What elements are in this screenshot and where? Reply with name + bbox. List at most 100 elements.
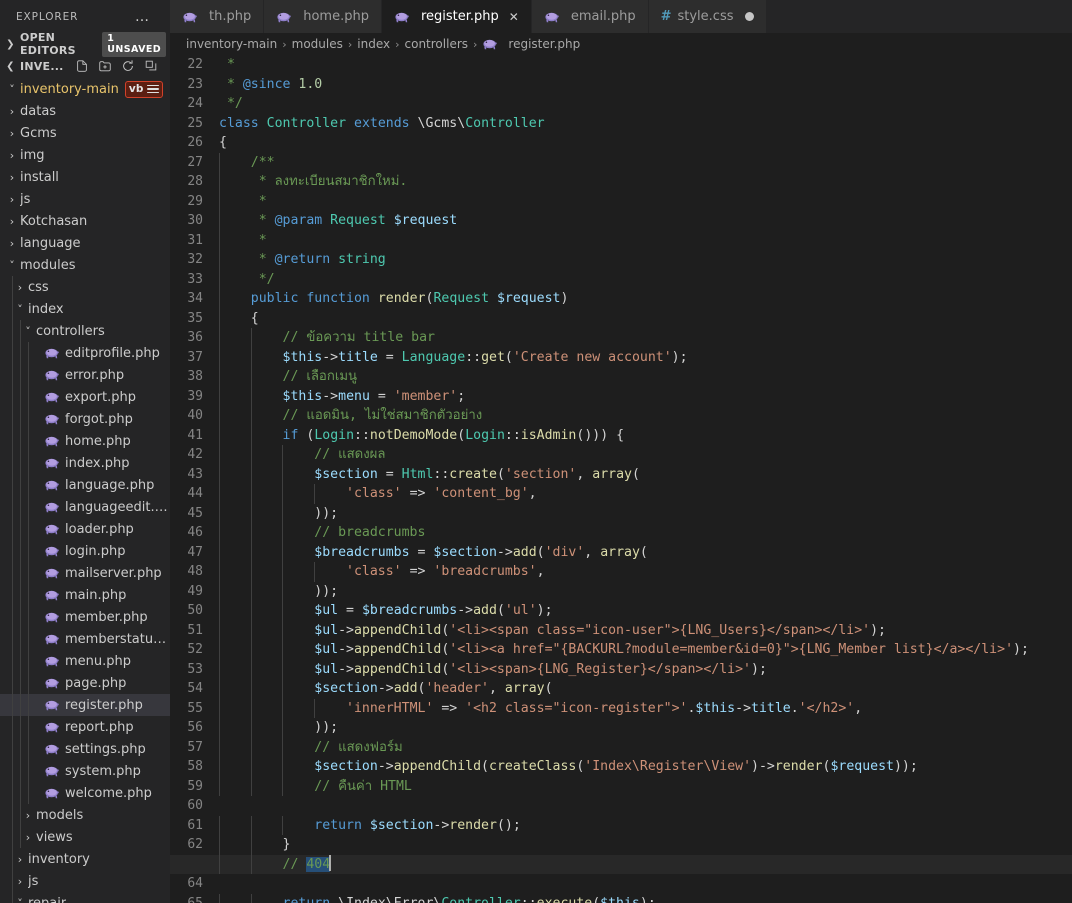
code-line[interactable]: 39 $this->menu = 'member'; bbox=[170, 386, 1072, 406]
code-line[interactable]: 38 // เลือกเมนู bbox=[170, 367, 1072, 387]
tree-file-register-php[interactable]: register.php bbox=[0, 694, 170, 716]
new-folder-icon[interactable] bbox=[98, 59, 112, 73]
tree-file-welcome-php[interactable]: welcome.php bbox=[0, 782, 170, 804]
code-line[interactable]: 36 // ข้อความ title bar bbox=[170, 328, 1072, 348]
breadcrumb-item[interactable]: index bbox=[357, 37, 390, 51]
code-line[interactable]: 57 // แสดงฟอร์ม bbox=[170, 737, 1072, 757]
workspace-section[interactable]: ❮ INVE... bbox=[0, 55, 170, 77]
tree-folder-language[interactable]: › language bbox=[0, 232, 170, 254]
code-line[interactable]: 34 public function render(Request $reque… bbox=[170, 289, 1072, 309]
code-line[interactable]: 43 $section = Html::create('section', ar… bbox=[170, 464, 1072, 484]
tree-file-menu-php[interactable]: menu.php bbox=[0, 650, 170, 672]
tree-folder-inventory[interactable]: › inventory bbox=[0, 848, 170, 870]
code-line[interactable]: 60 bbox=[170, 796, 1072, 816]
tree-folder-models[interactable]: › models bbox=[0, 804, 170, 826]
tree-file-loader-php[interactable]: loader.php bbox=[0, 518, 170, 540]
code-line[interactable]: 65 return \Index\Error\Controller::execu… bbox=[170, 893, 1072, 903]
code-line[interactable]: 33 */ bbox=[170, 269, 1072, 289]
code-line[interactable]: 28 * ลงทะเบียนสมาชิกใหม่. bbox=[170, 172, 1072, 192]
tree-folder-gcms[interactable]: › Gcms bbox=[0, 122, 170, 144]
code-line[interactable]: 63 // 404 bbox=[170, 854, 1072, 874]
vb-badge[interactable]: vb bbox=[124, 80, 163, 98]
code-line[interactable]: 22 * bbox=[170, 55, 1072, 75]
code-line[interactable]: 40 // แอดมิน, ไม่ใช่สมาชิกตัวอย่าง bbox=[170, 406, 1072, 426]
code-line[interactable]: 53 $ul->appendChild('<li><span>{LNG_Regi… bbox=[170, 659, 1072, 679]
file-tree[interactable]: ˅ inventory-main vb › datas › Gcms › img › inst… bbox=[0, 77, 170, 903]
tree-file-editprofile-php[interactable]: editprofile.php bbox=[0, 342, 170, 364]
tree-file-memberstatus-p-[interactable]: memberstatus.p... bbox=[0, 628, 170, 650]
editor-tabs[interactable]: th.php home.php register.php ✕ email.php # sty… bbox=[170, 0, 1072, 33]
tree-folder-install[interactable]: › install bbox=[0, 166, 170, 188]
code-line[interactable]: 30 * @param Request $request bbox=[170, 211, 1072, 231]
tree-folder-js[interactable]: › js bbox=[0, 870, 170, 892]
refresh-icon[interactable] bbox=[121, 59, 135, 73]
open-editors-section[interactable]: ❯ OPEN EDITORS 1 UNSAVED bbox=[0, 31, 170, 57]
code-line[interactable]: 47 $breadcrumbs = $section->add('div', a… bbox=[170, 542, 1072, 562]
tree-file-settings-php[interactable]: settings.php bbox=[0, 738, 170, 760]
code-line[interactable]: 35 { bbox=[170, 308, 1072, 328]
tree-folder-datas[interactable]: › datas bbox=[0, 100, 170, 122]
tree-file-forgot-php[interactable]: forgot.php bbox=[0, 408, 170, 430]
tree-folder-js[interactable]: › js bbox=[0, 188, 170, 210]
code-line[interactable]: 64 bbox=[170, 874, 1072, 894]
code-line[interactable]: 54 $section->add('header', array( bbox=[170, 679, 1072, 699]
tree-folder-controllers[interactable]: ˅ controllers bbox=[0, 320, 170, 342]
tree-file-system-php[interactable]: system.php bbox=[0, 760, 170, 782]
code-line[interactable]: 59 // คืนค่า HTML bbox=[170, 776, 1072, 796]
tree-root-inventory-main[interactable]: ˅ inventory-main vb bbox=[0, 78, 170, 100]
code-line[interactable]: 56 )); bbox=[170, 718, 1072, 738]
code-line[interactable]: 46 // breadcrumbs bbox=[170, 523, 1072, 543]
new-file-icon[interactable] bbox=[75, 59, 89, 73]
code-line[interactable]: 41 if (Login::notDemoMode(Login::isAdmin… bbox=[170, 425, 1072, 445]
tree-file-mailserver-php[interactable]: mailserver.php bbox=[0, 562, 170, 584]
more-actions-icon[interactable]: … bbox=[135, 9, 162, 25]
tab-email-php[interactable]: email.php bbox=[531, 0, 649, 33]
breadcrumb[interactable]: inventory-main › modules › index › controllers… bbox=[170, 33, 1072, 55]
breadcrumb-item[interactable]: register.php bbox=[508, 37, 580, 51]
code-line[interactable]: 37 $this->title = Language::get('Create … bbox=[170, 347, 1072, 367]
breadcrumb-item[interactable]: inventory-main bbox=[186, 37, 277, 51]
code-line[interactable]: 55 'innerHTML' => '<h2 class="icon-regis… bbox=[170, 698, 1072, 718]
code-line[interactable]: 45 )); bbox=[170, 503, 1072, 523]
tree-file-languageedit-php[interactable]: languageedit.php bbox=[0, 496, 170, 518]
code-line[interactable]: 52 $ul->appendChild('<li><a href="{BACKU… bbox=[170, 640, 1072, 660]
code-line[interactable]: 58 $section->appendChild(createClass('In… bbox=[170, 757, 1072, 777]
tab-th-php[interactable]: th.php bbox=[170, 0, 265, 33]
breadcrumb-item[interactable]: controllers bbox=[405, 37, 469, 51]
tree-folder-modules[interactable]: ˅ modules bbox=[0, 254, 170, 276]
breadcrumb-item[interactable]: modules bbox=[292, 37, 343, 51]
code-line[interactable]: 61 return $section->render(); bbox=[170, 815, 1072, 835]
tree-folder-img[interactable]: › img bbox=[0, 144, 170, 166]
tree-file-member-php[interactable]: member.php bbox=[0, 606, 170, 628]
tree-folder-kotchasan[interactable]: › Kotchasan bbox=[0, 210, 170, 232]
tree-file-error-php[interactable]: error.php bbox=[0, 364, 170, 386]
tree-folder-css[interactable]: › css bbox=[0, 276, 170, 298]
code-line[interactable]: 25 class Controller extends \Gcms\Control… bbox=[170, 114, 1072, 134]
code-line[interactable]: 31 * bbox=[170, 230, 1072, 250]
code-line[interactable]: 32 * @return string bbox=[170, 250, 1072, 270]
code-line[interactable]: 50 $ul = $breadcrumbs->add('ul'); bbox=[170, 601, 1072, 621]
close-icon[interactable]: ✕ bbox=[509, 11, 519, 23]
code-line[interactable]: 48 'class' => 'breadcrumbs', bbox=[170, 562, 1072, 582]
unsaved-dot-icon[interactable] bbox=[745, 12, 755, 21]
code-line[interactable]: 42 // แสดงผล bbox=[170, 445, 1072, 465]
tree-folder-index[interactable]: ˅ index bbox=[0, 298, 170, 320]
code-line[interactable]: 44 'class' => 'content_bg', bbox=[170, 484, 1072, 504]
tree-folder-repair[interactable]: ˅ repair bbox=[0, 892, 170, 903]
tab-style-css[interactable]: # style.css bbox=[648, 0, 768, 33]
tree-file-home-php[interactable]: home.php bbox=[0, 430, 170, 452]
tree-file-language-php[interactable]: language.php bbox=[0, 474, 170, 496]
collapse-all-icon[interactable] bbox=[144, 59, 158, 73]
code-line[interactable]: 29 * bbox=[170, 191, 1072, 211]
code-line[interactable]: 49 )); bbox=[170, 581, 1072, 601]
tree-file-export-php[interactable]: export.php bbox=[0, 386, 170, 408]
tree-file-page-php[interactable]: page.php bbox=[0, 672, 170, 694]
code-line[interactable]: 26 { bbox=[170, 133, 1072, 153]
code-line[interactable]: 23 * @since 1.0 bbox=[170, 75, 1072, 95]
code-editor[interactable]: 22 * 23 * @since 1.0 24 */25 class Control… bbox=[170, 55, 1072, 903]
tree-folder-views[interactable]: › views bbox=[0, 826, 170, 848]
code-line[interactable]: 27 /** bbox=[170, 152, 1072, 172]
tab-home-php[interactable]: home.php bbox=[264, 0, 382, 33]
tree-file-main-php[interactable]: main.php bbox=[0, 584, 170, 606]
tab-register-php[interactable]: register.php ✕ bbox=[381, 0, 532, 33]
